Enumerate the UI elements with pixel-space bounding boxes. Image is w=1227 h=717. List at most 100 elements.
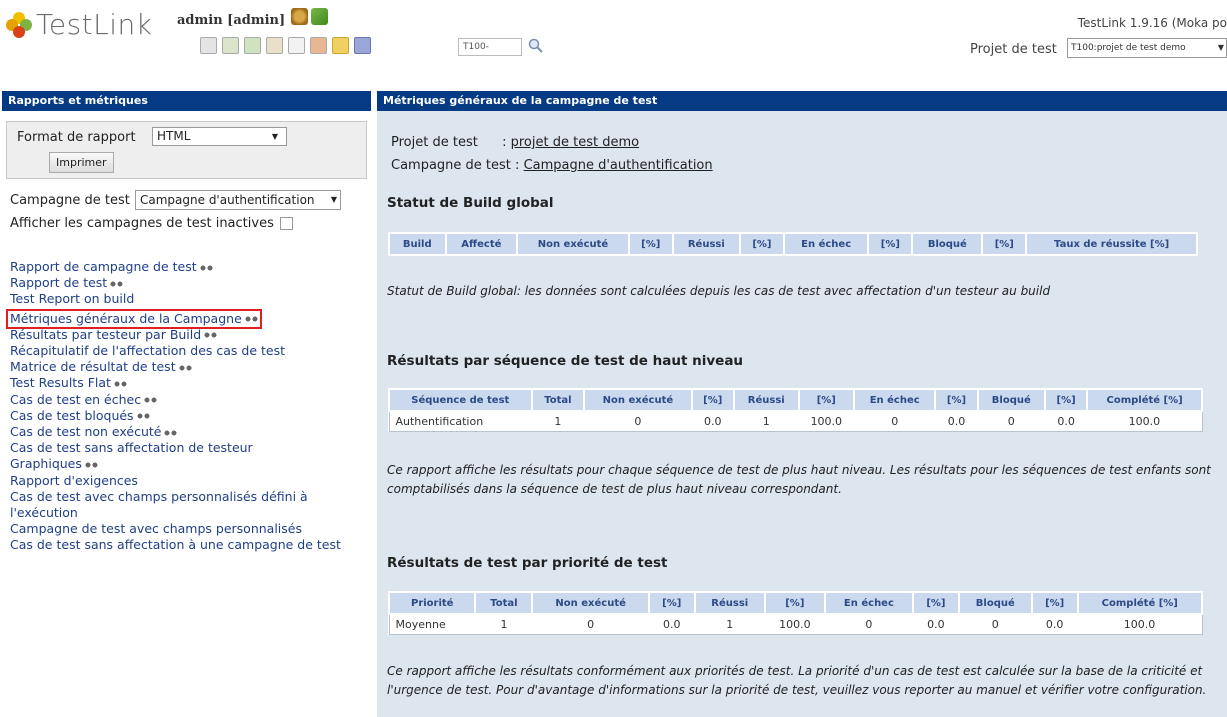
table-row: Authentification 1 0 0.0 1 100.0 0 0.0 0 0.0 100.0: [389, 411, 1202, 432]
report-link-label: Cas de test bloqués: [10, 407, 134, 423]
report-link[interactable]: Cas de test non exécuté: [10, 424, 370, 440]
report-link[interactable]: Campagne de test avec champs personnalis…: [10, 521, 370, 537]
user-settings-icon[interactable]: [311, 8, 328, 25]
test-specification-icon[interactable]: [244, 37, 261, 54]
table-header-row: Build Affecté Non exécuté [%] Réussi [%] En éc…: [388, 232, 1198, 256]
column-header[interactable]: Build: [388, 232, 447, 256]
column-header[interactable]: Non exécuté: [583, 388, 693, 412]
column-header[interactable]: En échec: [823, 591, 915, 615]
column-header[interactable]: Total: [474, 591, 534, 615]
table-cell: 1: [554, 415, 562, 428]
chevron-down-icon: ▼: [1217, 43, 1224, 52]
requirements-icon[interactable]: [222, 37, 239, 54]
column-header[interactable]: [%]: [647, 591, 696, 615]
report-format-box: Format de rapport HTML ▼ Imprimer: [6, 121, 367, 179]
column-header[interactable]: Réussi: [693, 591, 766, 615]
current-user: admin [admin]: [177, 13, 286, 28]
inactive-campaigns-checkbox[interactable]: [279, 217, 293, 230]
column-header[interactable]: Non exécuté: [516, 232, 630, 256]
column-header[interactable]: [%]: [739, 232, 785, 256]
report-link[interactable]: Résultats par testeur par Build: [10, 327, 370, 343]
report-link[interactable]: Cas de test en échec: [10, 392, 370, 408]
glasses-icon: [199, 264, 213, 271]
table-cell: 0: [891, 415, 899, 428]
column-header[interactable]: [%]: [867, 232, 914, 256]
column-header[interactable]: Réussi: [732, 388, 800, 412]
table-cell: 1: [500, 618, 508, 631]
report-link[interactable]: Test Results Flat: [10, 375, 370, 391]
column-header[interactable]: Complété [%]: [1076, 591, 1204, 615]
column-header[interactable]: Complété [%]: [1086, 388, 1203, 412]
report-link[interactable]: Rapport d'exigences: [10, 473, 370, 489]
column-header[interactable]: [%]: [763, 591, 826, 615]
project-link[interactable]: projet de test demo: [511, 135, 639, 150]
column-header[interactable]: [%]: [934, 388, 979, 412]
build-status-note: Statut de Build global: les données sont…: [387, 284, 1051, 298]
report-link[interactable]: Cas de test sans affectation à une campa…: [10, 537, 370, 553]
glasses-icon: [136, 413, 150, 420]
report-link[interactable]: Métriques généraux de la Campagne: [6, 308, 262, 329]
column-header[interactable]: [%]: [690, 388, 735, 412]
project-selector[interactable]: T100:projet de test demo ▼: [1067, 38, 1227, 58]
table-cell: 1: [726, 618, 734, 631]
column-header[interactable]: [%]: [797, 388, 855, 412]
column-header[interactable]: Taux de réussite [%]: [1025, 232, 1198, 256]
testlink-logo[interactable]: TestLink: [6, 8, 152, 41]
column-header[interactable]: Affecté: [444, 232, 519, 256]
column-header[interactable]: Bloqué: [957, 591, 1033, 615]
column-header[interactable]: Bloqué: [976, 388, 1047, 412]
report-link[interactable]: Matrice de résultat de test: [10, 359, 370, 375]
report-format-select[interactable]: HTML ▼: [152, 127, 287, 146]
column-header[interactable]: [%]: [1030, 591, 1079, 615]
version-label: TestLink 1.9.16 (Moka po: [1077, 16, 1227, 30]
test-execution-icon[interactable]: [266, 37, 283, 54]
report-link[interactable]: Cas de test bloqués: [10, 408, 370, 424]
column-header[interactable]: Priorité: [387, 591, 477, 615]
report-link[interactable]: Rapport de campagne de test: [10, 259, 370, 275]
test-case-id-input[interactable]: T100-: [458, 38, 522, 56]
table-cell: 0: [1007, 415, 1015, 428]
main-content: Métriques généraux de la campagne de tes…: [377, 91, 1227, 717]
events-icon[interactable]: [332, 37, 349, 54]
glasses-icon: [204, 332, 218, 339]
report-links-list: Rapport de campagne de test Rapport de te…: [6, 259, 370, 554]
table-cell: 0.0: [1045, 618, 1064, 631]
column-header[interactable]: Réussi: [671, 232, 742, 256]
column-header[interactable]: [%]: [981, 232, 1028, 256]
project-selector-label: Projet de test: [970, 42, 1057, 57]
report-link-label: Rapport de campagne de test: [10, 259, 197, 274]
column-header[interactable]: Séquence de test: [388, 388, 533, 412]
sidebar-title: Rapports et métriques: [2, 91, 371, 111]
report-link[interactable]: Graphiques: [10, 456, 370, 472]
campaign-link[interactable]: Campagne d'authentification: [524, 158, 713, 173]
table-cell: 100.0: [1123, 618, 1156, 631]
column-header[interactable]: Non exécuté: [531, 591, 650, 615]
user-management-icon[interactable]: [310, 37, 327, 54]
table-cell: 100.0: [810, 415, 843, 428]
desktop-icon[interactable]: [200, 37, 217, 54]
column-header[interactable]: Total: [530, 388, 586, 412]
column-header[interactable]: [%]: [912, 591, 960, 615]
table-cell: 100.0: [779, 618, 811, 631]
campaign-select[interactable]: Campagne d'authentification ▼: [135, 190, 341, 210]
table-row: Moyenne 1 0 0.0 1 100.0 0 0.0 0 0.0 100.0: [389, 614, 1202, 635]
report-link[interactable]: Récapitulatif de l'affectation des cas d…: [10, 343, 370, 359]
report-link[interactable]: Rapport de test: [10, 275, 370, 291]
keywords-icon[interactable]: [354, 37, 371, 54]
report-link[interactable]: Test Report on build: [10, 291, 370, 307]
table-cell: 0: [587, 618, 595, 631]
report-link[interactable]: Cas de test sans affectation de testeur: [10, 440, 370, 456]
report-link[interactable]: Cas de test avec champs personnalisés dé…: [10, 489, 370, 521]
search-icon[interactable]: [527, 37, 545, 55]
suite-results-heading: Résultats par séquence de test de haut n…: [387, 353, 744, 369]
column-header[interactable]: En échec: [782, 232, 870, 256]
test-reports-icon[interactable]: [288, 37, 305, 54]
logout-icon[interactable]: [291, 8, 308, 25]
print-button[interactable]: Imprimer: [49, 152, 114, 173]
column-header[interactable]: Bloqué: [911, 232, 984, 256]
column-header[interactable]: [%]: [627, 232, 674, 256]
inactive-campaigns-label: Afficher les campagnes de test inactives: [10, 216, 274, 231]
column-header[interactable]: En échec: [852, 388, 937, 412]
table-cell: 0: [865, 618, 873, 631]
column-header[interactable]: [%]: [1043, 388, 1089, 412]
